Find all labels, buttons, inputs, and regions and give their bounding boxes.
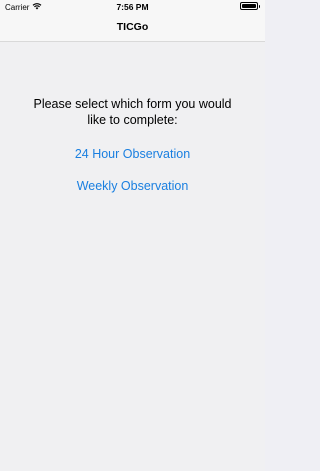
- status-right: [239, 2, 260, 10]
- status-bar: Carrier 7:56 PM: [0, 0, 265, 14]
- screen: Carrier 7:56 PM TICGo Please select whic…: [0, 0, 265, 471]
- battery-fill: [241, 4, 256, 8]
- page-title: TICGo: [116, 21, 149, 33]
- form-selection: Please select which form you would like …: [0, 96, 265, 193]
- navigation-bar: TICGo: [0, 14, 265, 42]
- status-time: 7:56 PM: [116, 2, 149, 12]
- prompt-text: Please select which form you would like …: [33, 97, 232, 127]
- form-option-weekly-observation[interactable]: Weekly Observation: [77, 179, 189, 193]
- battery-icon: [239, 2, 258, 10]
- battery-tip: [258, 4, 260, 8]
- form-option-24-hour-observation[interactable]: 24 Hour Observation: [75, 147, 190, 161]
